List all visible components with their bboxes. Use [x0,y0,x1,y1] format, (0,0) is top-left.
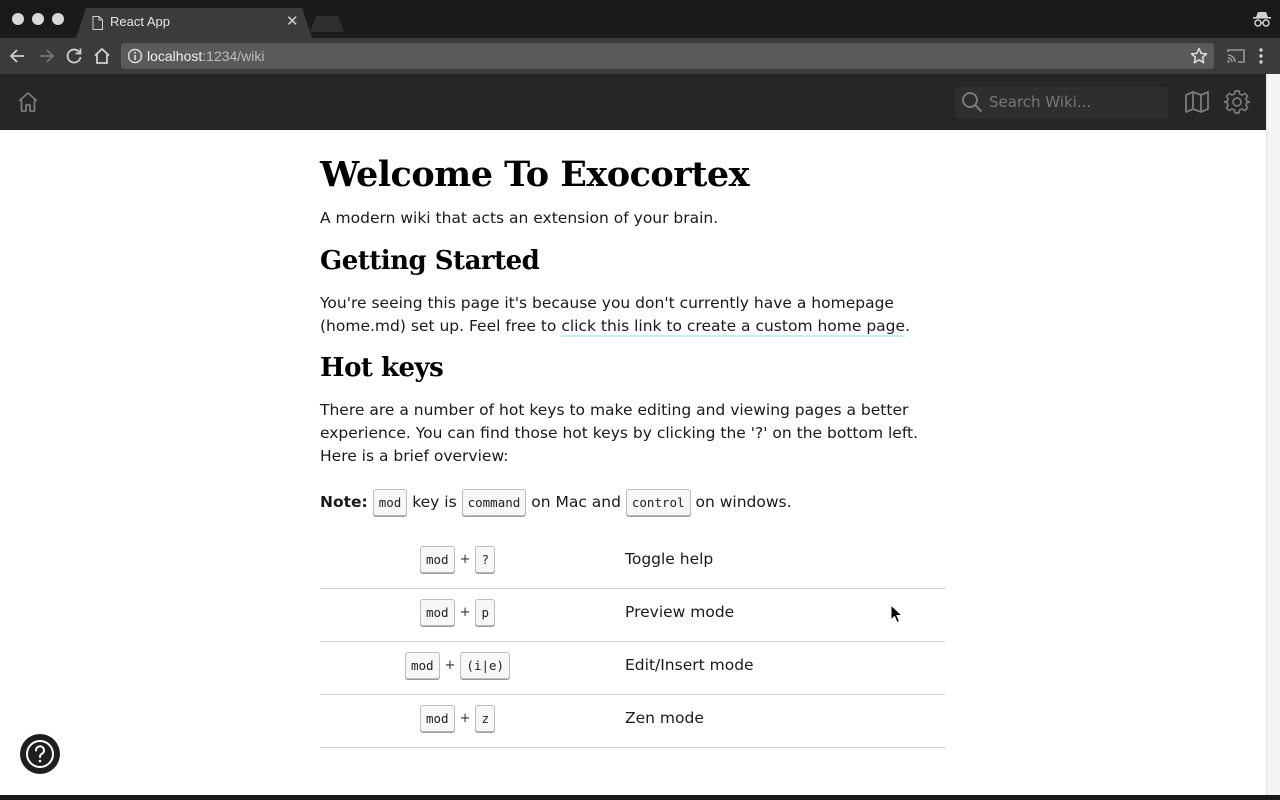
home-icon[interactable] [16,90,40,114]
home-icon[interactable] [92,46,112,66]
hot-keys-intro: There are a number of hot keys to make e… [320,401,919,465]
star-icon[interactable] [1190,47,1208,65]
table-row: mod +? Toggle help [320,536,945,589]
back-icon[interactable] [8,46,28,66]
gear-icon[interactable] [1224,89,1250,115]
kbd-key: ? [475,546,495,573]
kbd-mod: mod [419,546,455,573]
note-text-1: key is [412,493,457,511]
plus-sign: + [444,658,456,673]
incognito-icon [1253,12,1271,27]
window-bottom-edge [0,795,1280,800]
hotkey-combo: mod + (i|e) [320,652,595,679]
kbd-key: z [475,705,495,732]
hot-keys-note: Note: mod key is command on Mac and cont… [320,487,945,517]
search-icon [962,92,983,113]
plus-sign: + [459,711,471,726]
kbd-mod: mod [404,652,440,679]
app-header [0,74,1266,130]
window-minimize-button[interactable] [32,13,44,25]
url-path: :1234/wiki [202,48,265,64]
create-home-page-link[interactable]: click this link to create a custom home … [561,317,906,337]
hotkey-combo: mod + p [320,599,595,626]
hot-keys-heading: Hot keys [320,353,444,383]
cast-icon[interactable] [1226,47,1246,65]
getting-started-heading: Getting Started [320,246,540,276]
plus-sign: + [459,605,471,620]
hotkey-description: Zen mode [625,709,704,727]
search-input[interactable] [989,91,1163,113]
window-maximize-button[interactable] [52,13,64,25]
new-tab-button[interactable] [310,16,344,32]
browser-toolbar: localhost:1234/wiki [0,38,1280,74]
note-text-3: on windows. [695,493,792,511]
table-row: mod + z Zen mode [320,695,945,748]
getting-started-text-after: . [905,317,910,335]
kbd-key: p [475,599,495,626]
document-icon [92,16,103,30]
reload-icon[interactable] [64,46,84,66]
url-text: localhost:1234/wiki [147,48,265,64]
search-box[interactable] [955,87,1168,118]
page-tagline: A modern wiki that acts an extension of … [320,209,719,227]
address-bar[interactable]: localhost:1234/wiki [121,43,1214,69]
page-title: Welcome To Exocortex [320,154,750,195]
kbd-command: command [461,489,527,516]
page-scrollbar[interactable] [1266,74,1280,795]
close-icon[interactable]: ✕ [286,12,299,30]
note-text-2: on Mac and [531,493,621,511]
kbd-mod: mod [419,705,455,732]
getting-started-text: You're seeing this page it's because you… [320,292,945,338]
help-icon [26,740,54,768]
kbd-mod: mod [372,489,408,516]
url-host: localhost [147,48,203,64]
plus-sign: + [459,552,471,567]
kbd-key: (i|e) [460,652,511,679]
browser-tab-bar: React App ✕ [0,0,1280,38]
help-button[interactable] [20,734,60,774]
note-label: Note: [320,493,368,511]
hotkey-combo: mod + z [320,705,595,732]
hot-keys-table: mod +? Toggle help mod + p Preview mode mod… [320,536,945,748]
hotkey-combo: mod +? [320,546,595,573]
hotkey-description: Toggle help [625,550,714,568]
hotkey-description: Preview mode [625,603,735,621]
mouse-cursor-icon [890,604,904,624]
wiki-page: Welcome To Exocortex A modern wiki that … [0,130,1266,795]
table-row: mod + p Preview mode [320,589,945,642]
kbd-control: control [625,489,691,516]
browser-tab[interactable]: React App ✕ [76,8,312,38]
kbd-mod: mod [419,599,455,626]
menu-icon[interactable] [1256,46,1266,66]
forward-icon[interactable] [36,46,56,66]
info-icon[interactable] [127,48,143,64]
table-row: mod + (i|e) Edit/Insert mode [320,642,945,695]
window-close-button[interactable] [12,13,24,25]
tab-title: React App [110,14,170,29]
hotkey-description: Edit/Insert mode [625,656,754,674]
map-icon[interactable] [1184,90,1210,114]
